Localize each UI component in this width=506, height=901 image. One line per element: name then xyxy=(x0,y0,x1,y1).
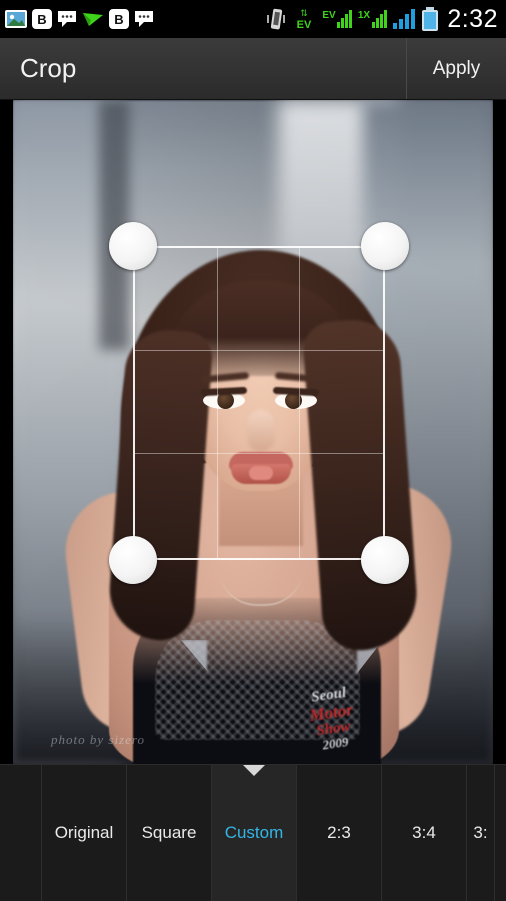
crop-handle-top-left[interactable] xyxy=(109,222,157,270)
crop-selection-rect[interactable] xyxy=(133,246,385,560)
status-clock: 2:32 xyxy=(447,4,498,33)
status-notification-icons: B B xyxy=(4,8,155,30)
svg-text:1X: 1X xyxy=(358,10,371,21)
crop-handle-bottom-left[interactable] xyxy=(109,536,157,584)
crop-grid-line-h2 xyxy=(135,452,383,454)
bbm-icon-2: B xyxy=(108,8,130,30)
svg-text:B: B xyxy=(114,12,123,27)
photo-watermark: photo by sizero xyxy=(51,732,145,747)
page-title: Crop xyxy=(20,53,77,83)
ratio-option-3-partial[interactable]: 3: xyxy=(467,765,495,901)
green-arrow-icon xyxy=(81,9,105,29)
battery-icon xyxy=(421,6,439,32)
chat-icon xyxy=(56,9,78,29)
status-bar: B B ⇅ EV EV 1X 2:32 xyxy=(0,0,506,38)
svg-text:B: B xyxy=(37,12,46,27)
chat-icon-2 xyxy=(133,9,155,29)
crop-handle-top-right[interactable] xyxy=(361,222,409,270)
crop-canvas[interactable]: Seoul Motor Show 2009 photo by sizero xyxy=(0,100,506,764)
selected-indicator-arrow xyxy=(243,765,265,776)
svg-text:EV: EV xyxy=(297,19,312,31)
svg-text:EV: EV xyxy=(323,10,337,21)
signal-bars-icon xyxy=(392,6,416,32)
crop-handle-bottom-right[interactable] xyxy=(361,536,409,584)
vibrate-icon xyxy=(266,7,286,31)
gallery-icon xyxy=(4,8,28,30)
svg-text:⇅: ⇅ xyxy=(301,8,309,18)
1x-bars-icon: 1X xyxy=(357,6,388,32)
bbm-icon: B xyxy=(31,8,53,30)
apply-button[interactable]: Apply xyxy=(406,38,506,99)
crop-grid-line-h1 xyxy=(135,350,383,352)
dress-logo-badge: Seoul Motor Show 2009 xyxy=(287,683,377,756)
photo-image[interactable]: Seoul Motor Show 2009 photo by sizero xyxy=(13,100,493,764)
crop-grid-line-v2 xyxy=(298,248,300,558)
status-system-icons: ⇅ EV EV 1X 2:32 xyxy=(266,5,500,34)
ratio-option-3-4[interactable]: 3:4 xyxy=(382,765,467,901)
ratio-bar-left-spacer xyxy=(0,765,42,901)
ratio-option-square[interactable]: Square xyxy=(127,765,212,901)
ratio-option-custom[interactable]: Custom xyxy=(212,765,297,901)
ev-signal-icon: ⇅ EV xyxy=(291,6,317,32)
title-bar: Crop Apply xyxy=(0,38,506,100)
ratio-option-2-3[interactable]: 2:3 xyxy=(297,765,382,901)
crop-grid-line-v1 xyxy=(216,248,218,558)
ev-bars-icon: EV xyxy=(322,6,353,32)
ratio-option-original[interactable]: Original xyxy=(42,765,127,901)
aspect-ratio-bar[interactable]: Original Square Custom 2:3 3:4 3: xyxy=(0,764,506,901)
